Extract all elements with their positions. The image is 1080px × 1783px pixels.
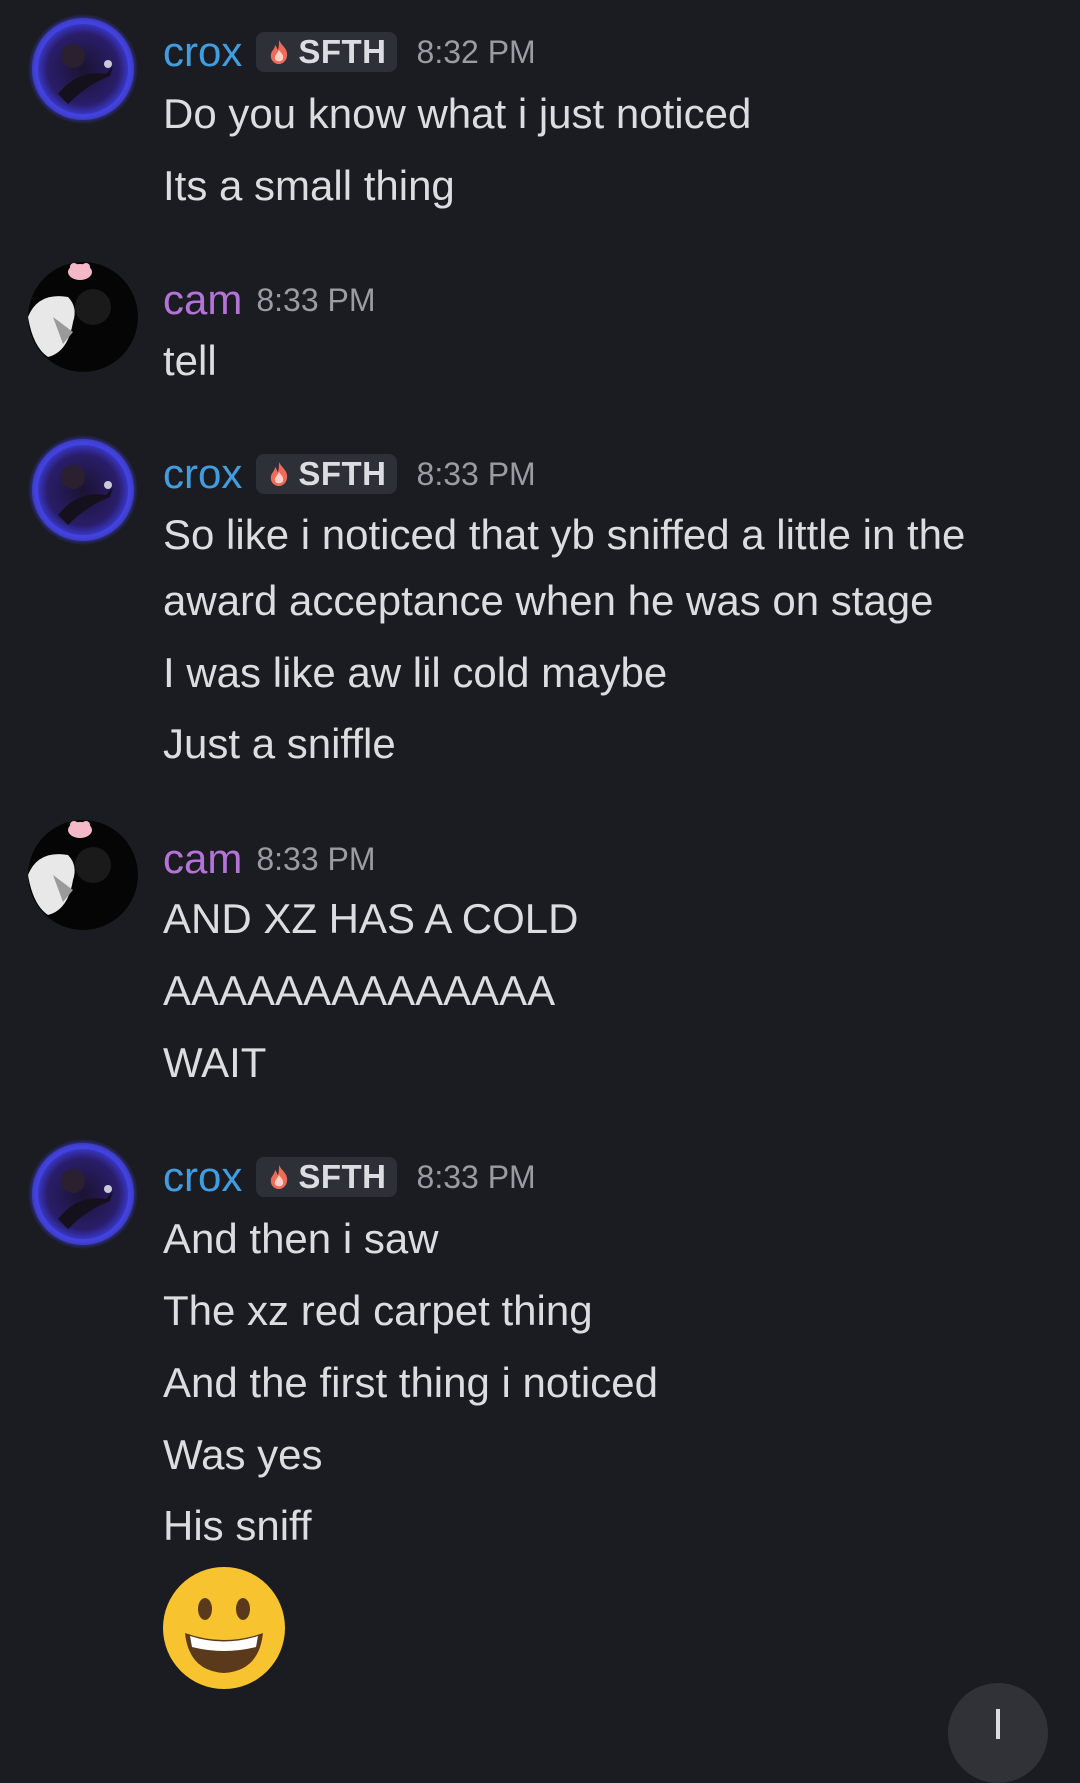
timestamp: 8:33 PM [256, 840, 376, 877]
message-line: And the first thing i noticed [163, 1359, 658, 1406]
timestamp: 8:33 PM [256, 281, 376, 318]
message-line: The xz red carpet thing [163, 1287, 593, 1334]
message-line: Its a small thing [163, 162, 455, 209]
avatar-crox[interactable] [28, 1139, 138, 1249]
message-line: tell [163, 337, 217, 384]
username[interactable]: cam [163, 835, 242, 883]
guild-tag-label: SFTH [298, 33, 387, 70]
message-line: WAIT [163, 1039, 267, 1086]
message-line: Was yes [163, 1431, 323, 1478]
avatar-crox[interactable] [28, 435, 138, 545]
message-line: AAAAAAAAAAAAAA [163, 967, 556, 1014]
message-header: crox SFTH 8:33 PM [163, 444, 536, 504]
message-header: cam 8:33 PM [163, 270, 376, 330]
guild-tag-label: SFTH [298, 1158, 387, 1195]
guild-tag[interactable]: SFTH [256, 1157, 397, 1197]
fire-icon [271, 1165, 288, 1189]
message-header: crox SFTH 8:32 PM [163, 22, 536, 82]
message-line: His sniff [163, 1502, 312, 1549]
message-line: AND XZ HAS A COLD [163, 895, 579, 942]
timestamp: 8:33 PM [416, 455, 536, 492]
fire-icon [271, 40, 288, 64]
timestamp: 8:32 PM [416, 33, 536, 70]
fire-icon [271, 462, 288, 486]
guild-tag[interactable]: SFTH [256, 454, 397, 494]
message-header: crox SFTH 8:33 PM [163, 1147, 536, 1207]
message-line: So like i noticed that yb sniffed a litt… [163, 511, 966, 624]
username[interactable]: crox [163, 1153, 242, 1201]
arrow-down-icon [996, 1709, 1000, 1739]
avatar-cam[interactable] [28, 262, 138, 372]
username[interactable]: crox [163, 28, 242, 76]
guild-tag-label: SFTH [298, 455, 387, 492]
grinning-face-icon[interactable] [163, 1567, 285, 1689]
message-line: Do you know what i just noticed [163, 90, 752, 137]
username[interactable]: cam [163, 276, 242, 324]
scroll-to-bottom-button[interactable] [948, 1683, 1048, 1783]
avatar-crox[interactable] [28, 14, 138, 124]
guild-tag[interactable]: SFTH [256, 32, 397, 72]
message-header: cam 8:33 PM [163, 829, 376, 889]
message-line: And then i saw [163, 1215, 439, 1262]
username[interactable]: crox [163, 450, 242, 498]
message-line: Just a sniffle [163, 720, 396, 767]
message-line: I was like aw lil cold maybe [163, 649, 668, 696]
avatar-cam[interactable] [28, 820, 138, 930]
timestamp: 8:33 PM [416, 1158, 536, 1195]
